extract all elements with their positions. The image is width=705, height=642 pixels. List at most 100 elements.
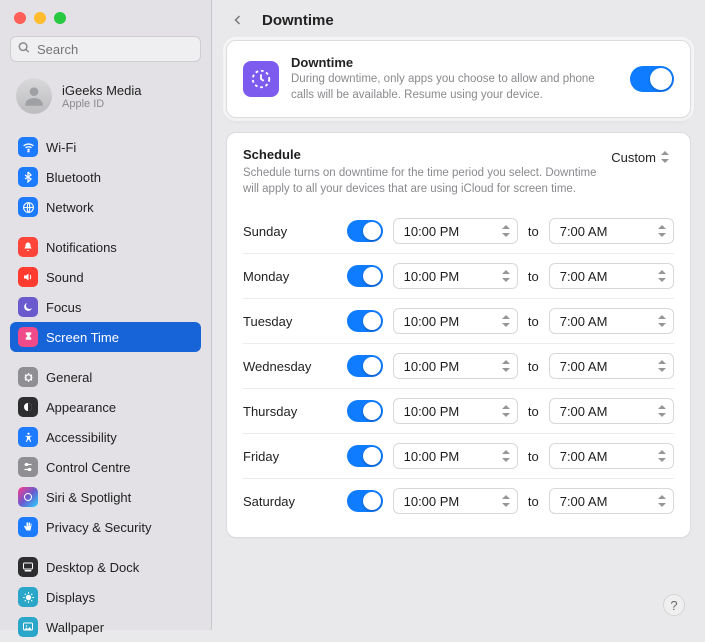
to-label: to	[528, 314, 539, 329]
sidebar-item-wallpaper[interactable]: Wallpaper	[10, 612, 201, 642]
wifi-icon	[18, 137, 38, 157]
search-input[interactable]	[10, 36, 201, 62]
sidebar-item-siri-spotlight[interactable]: Siri & Spotlight	[10, 482, 201, 512]
to-label: to	[528, 269, 539, 284]
controls-icon	[18, 457, 38, 477]
sidebar-item-sound[interactable]: Sound	[10, 262, 201, 292]
chevron-up-down-icon	[657, 403, 667, 419]
to-time-picker[interactable]: 7:00 AM	[549, 308, 674, 334]
from-time-value: 10:00 PM	[404, 314, 460, 329]
sidebar-item-screen-time[interactable]: Screen Time	[10, 322, 201, 352]
profile-name: iGeeks Media	[62, 83, 141, 98]
sidebar-item-bluetooth[interactable]: Bluetooth	[10, 162, 201, 192]
sidebar-item-displays[interactable]: Displays	[10, 582, 201, 612]
to-time-picker[interactable]: 7:00 AM	[549, 353, 674, 379]
from-time-value: 10:00 PM	[404, 269, 460, 284]
to-time-picker[interactable]: 7:00 AM	[549, 488, 674, 514]
downtime-hero-card: Downtime During downtime, only apps you …	[226, 40, 691, 118]
day-toggle[interactable]	[347, 400, 383, 422]
chevron-up-down-icon	[501, 493, 511, 509]
to-label: to	[528, 494, 539, 509]
from-time-picker[interactable]: 10:00 PM	[393, 308, 518, 334]
schedule-title: Schedule	[243, 147, 597, 162]
search-field-wrap	[10, 36, 201, 62]
chevron-up-down-icon	[501, 358, 511, 374]
day-toggle[interactable]	[347, 265, 383, 287]
day-toggle[interactable]	[347, 490, 383, 512]
schedule-card: Schedule Schedule turns on downtime for …	[226, 132, 691, 538]
sidebar-item-label: Wallpaper	[46, 620, 104, 635]
sound-icon	[18, 267, 38, 287]
chevron-up-down-icon	[657, 448, 667, 464]
apple-id-profile[interactable]: iGeeks Media Apple ID	[10, 74, 201, 128]
from-time-picker[interactable]: 10:00 PM	[393, 488, 518, 514]
to-time-value: 7:00 AM	[560, 224, 608, 239]
day-rows: Sunday10:00 PMto7:00 AMMonday10:00 PMto7…	[243, 209, 674, 523]
day-row-thursday: Thursday10:00 PMto7:00 AM	[243, 388, 674, 433]
sidebar-item-label: Control Centre	[46, 460, 131, 475]
main-panel: Downtime Downtime During downtime, only …	[212, 0, 705, 630]
from-time-picker[interactable]: 10:00 PM	[393, 398, 518, 424]
to-time-picker[interactable]: 7:00 AM	[549, 443, 674, 469]
chevron-up-down-icon	[501, 448, 511, 464]
day-label: Thursday	[243, 404, 337, 419]
to-time-picker[interactable]: 7:00 AM	[549, 218, 674, 244]
downtime-master-toggle[interactable]	[630, 66, 674, 92]
day-row-sunday: Sunday10:00 PMto7:00 AM	[243, 209, 674, 253]
sidebar-item-appearance[interactable]: Appearance	[10, 392, 201, 422]
sidebar-item-wi-fi[interactable]: Wi-Fi	[10, 132, 201, 162]
window-controls	[10, 8, 201, 36]
day-row-tuesday: Tuesday10:00 PMto7:00 AM	[243, 298, 674, 343]
to-time-picker[interactable]: 7:00 AM	[549, 398, 674, 424]
titlebar: Downtime	[226, 8, 691, 40]
schedule-desc: Schedule turns on downtime for the time …	[243, 166, 597, 197]
sidebar-item-focus[interactable]: Focus	[10, 292, 201, 322]
downtime-icon	[243, 61, 279, 97]
from-time-value: 10:00 PM	[404, 494, 460, 509]
fullscreen-window-button[interactable]	[54, 12, 66, 24]
minimize-window-button[interactable]	[34, 12, 46, 24]
chevron-up-down-icon	[660, 149, 670, 165]
to-time-value: 7:00 AM	[560, 269, 608, 284]
to-label: to	[528, 224, 539, 239]
day-label: Monday	[243, 269, 337, 284]
sidebar-item-desktop-dock[interactable]: Desktop & Dock	[10, 552, 201, 582]
sidebar-item-control-centre[interactable]: Control Centre	[10, 452, 201, 482]
bluetooth-icon	[18, 167, 38, 187]
day-toggle[interactable]	[347, 355, 383, 377]
chevron-up-down-icon	[657, 313, 667, 329]
sidebar-item-label: Sound	[46, 270, 84, 285]
schedule-mode-select[interactable]: Custom	[607, 147, 674, 167]
from-time-value: 10:00 PM	[404, 359, 460, 374]
sidebar-item-label: Wi-Fi	[46, 140, 76, 155]
day-toggle[interactable]	[347, 310, 383, 332]
sidebar-item-network[interactable]: Network	[10, 192, 201, 222]
chevron-up-down-icon	[657, 268, 667, 284]
from-time-picker[interactable]: 10:00 PM	[393, 443, 518, 469]
from-time-picker[interactable]: 10:00 PM	[393, 263, 518, 289]
sidebar-item-label: General	[46, 370, 92, 385]
avatar	[16, 78, 52, 114]
from-time-picker[interactable]: 10:00 PM	[393, 353, 518, 379]
dock-icon	[18, 557, 38, 577]
sidebar: iGeeks Media Apple ID Wi-Fi Bluetooth Netw…	[0, 0, 212, 630]
sidebar-item-general[interactable]: General	[10, 362, 201, 392]
sidebar-item-label: Accessibility	[46, 430, 117, 445]
hourglass-icon	[18, 327, 38, 347]
sidebar-item-privacy-security[interactable]: Privacy & Security	[10, 512, 201, 542]
close-window-button[interactable]	[14, 12, 26, 24]
back-button[interactable]	[228, 10, 248, 30]
to-time-value: 7:00 AM	[560, 314, 608, 329]
day-row-saturday: Saturday10:00 PMto7:00 AM	[243, 478, 674, 523]
to-time-picker[interactable]: 7:00 AM	[549, 263, 674, 289]
sidebar-item-label: Focus	[46, 300, 81, 315]
sidebar-item-accessibility[interactable]: Accessibility	[10, 422, 201, 452]
chevron-up-down-icon	[501, 268, 511, 284]
sidebar-item-notifications[interactable]: Notifications	[10, 232, 201, 262]
day-toggle[interactable]	[347, 445, 383, 467]
help-button[interactable]: ?	[663, 594, 685, 616]
day-toggle[interactable]	[347, 220, 383, 242]
sidebar-item-label: Network	[46, 200, 94, 215]
from-time-picker[interactable]: 10:00 PM	[393, 218, 518, 244]
sidebar-item-label: Desktop & Dock	[46, 560, 139, 575]
